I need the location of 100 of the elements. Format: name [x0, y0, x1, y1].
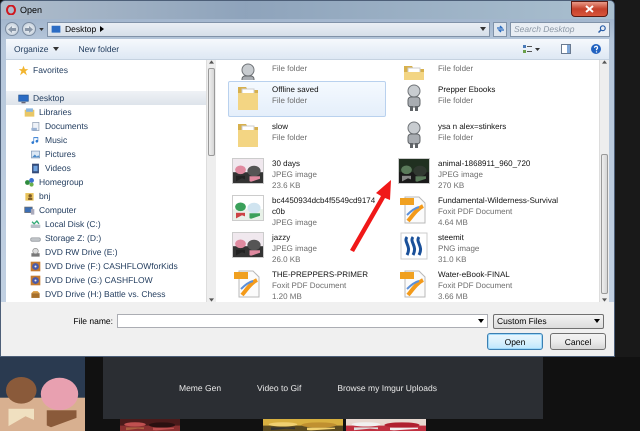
wave-logo-icon [400, 232, 428, 260]
file-name: ysa n alex=stinkers [438, 121, 506, 132]
caret-icon [39, 28, 44, 30]
file-name-label: File name: [72, 316, 113, 326]
file-type: File folder [272, 63, 308, 74]
close-icon [585, 5, 594, 13]
file-type: JPEG image [272, 169, 317, 180]
toolbar-button[interactable]: Organize [14, 44, 58, 54]
nav-item[interactable]: Favorites [6, 63, 206, 77]
address-path: Desktop [65, 24, 96, 34]
back-button[interactable] [5, 22, 19, 36]
refresh-button[interactable] [493, 22, 507, 36]
forward-arrow-icon [25, 26, 33, 32]
file-name: Offline saved [272, 84, 319, 95]
document-icon [30, 120, 41, 132]
network-icon [24, 176, 35, 188]
disc-icon [30, 260, 41, 272]
film-icon [30, 162, 41, 174]
file-name: animal-1868911_960_720 [438, 158, 530, 169]
file-type: JPEG image [272, 217, 318, 228]
nav-item[interactable]: DVD RW Drive (E:) [6, 245, 206, 259]
pictures-icon [30, 148, 41, 160]
file-item[interactable]: File folder [228, 60, 386, 80]
folder-icon [236, 84, 260, 112]
caret-icon [52, 47, 58, 51]
nav-item[interactable]: Computer [6, 203, 206, 217]
nav-item[interactable]: Storage Z: (D:) [6, 231, 206, 245]
file-name-field[interactable] [117, 314, 488, 328]
computer-icon [24, 204, 35, 216]
file-type: JPEG image [272, 243, 317, 254]
file-item[interactable]: ysa n alex=stinkers File folder [394, 118, 552, 154]
refresh-icon [496, 25, 504, 33]
file-name: slow [272, 121, 290, 132]
nav-item[interactable]: bnj [6, 189, 206, 203]
nav-item[interactable]: Homegroup [6, 175, 206, 189]
chest-icon [30, 288, 41, 300]
forward-button[interactable] [22, 22, 36, 36]
file-name: THE-PREPPERS-PRIMER [272, 269, 368, 280]
nav-item[interactable]: Libraries [6, 105, 206, 119]
toolbar-button[interactable]: New folder [78, 44, 120, 54]
nav-item[interactable]: DVD Drive (F:) CASHFLOWforKids [6, 259, 206, 273]
chevron-icon [100, 26, 104, 32]
dialog-button[interactable]: Cancel [550, 333, 606, 350]
drive-icon [30, 218, 41, 230]
nav-item[interactable]: Desktop [6, 91, 206, 105]
file-item[interactable]: Water-eBook-FINAL Foxit PDF Document 3.66 MB [394, 266, 552, 302]
search-field[interactable]: Search Desktop [510, 22, 610, 36]
file-name: bc4450934dcb4f5549cd9174 [272, 195, 376, 206]
user-folder-icon [24, 190, 35, 202]
address-bar[interactable]: Desktop [47, 22, 490, 36]
caret-icon [594, 319, 600, 323]
search-icon [598, 25, 606, 33]
file-type: File folder [272, 132, 308, 143]
file-size: 26.0 KB [272, 254, 302, 265]
file-item[interactable]: animal-1868911_960_720 JPEG image 270 KB [394, 155, 552, 191]
file-type: JPEG image [438, 169, 484, 180]
file-item[interactable]: 30 days JPEG image 23.6 KB [228, 155, 386, 191]
nav-item[interactable]: DVD Drive (H:) Battle vs. Chess [6, 287, 206, 301]
file-item[interactable]: Prepper Ebooks File folder [394, 81, 552, 117]
nav-item[interactable]: Documents [6, 119, 206, 133]
view-icon[interactable] [523, 44, 541, 54]
file-type: Foxit PDF Document [438, 280, 512, 291]
file-type-dropdown[interactable]: Custom Files [493, 314, 604, 328]
file-type: File folder [272, 95, 308, 106]
nav-item[interactable]: Videos [6, 161, 206, 175]
file-name: jazzy [272, 232, 292, 243]
file-type: Foxit PDF Document [438, 206, 514, 217]
file-size: 23.6 KB [272, 180, 302, 191]
file-item[interactable]: Offline saved File folder [228, 81, 386, 117]
file-name: 30 days [272, 158, 302, 169]
app-icon [6, 5, 16, 15]
nav-item[interactable]: Local Disk (C:) [6, 217, 206, 231]
scrollbar[interactable] [599, 60, 609, 302]
file-item[interactable]: jazzy JPEG image 26.0 KB [228, 229, 386, 265]
file-name: Fundamental-Wilderness-Survival [438, 195, 558, 206]
file-item[interactable]: steemit PNG image 31.0 KB [394, 229, 552, 265]
page-link[interactable]: Meme Gen [179, 383, 222, 393]
scrollbar[interactable] [206, 60, 216, 302]
back-arrow-icon [8, 26, 16, 32]
monitor-icon [18, 92, 29, 104]
preview-pane-icon[interactable] [561, 44, 571, 54]
nav-item[interactable]: DVD Drive (G:) CASHFLOW [6, 273, 206, 287]
file-item[interactable]: bc4450934dcb4f5549cd9174 c0b JPEG image [228, 192, 386, 228]
close-button[interactable] [571, 1, 608, 17]
nav-item[interactable]: Music [6, 133, 206, 147]
monitor-icon [51, 24, 61, 34]
file-type: File folder [438, 95, 474, 106]
file-type: PNG image [438, 243, 480, 254]
file-size: 4.64 MB [438, 217, 469, 228]
file-item[interactable]: THE-PREPPERS-PRIMER Foxit PDF Document 1.20 MB [228, 266, 386, 302]
file-name: Prepper Ebooks [438, 84, 496, 95]
help-icon[interactable] [591, 44, 601, 54]
page-link[interactable]: Video to Gif [257, 383, 302, 393]
dialog-button[interactable]: Open [487, 333, 543, 350]
file-name: Water-eBook-FINAL [438, 269, 511, 280]
page-link[interactable]: Browse my Imgur Uploads [337, 383, 437, 393]
file-item[interactable]: slow File folder [228, 118, 386, 154]
music-icon [30, 134, 41, 146]
nav-item[interactable]: Pictures [6, 147, 206, 161]
file-name: steemit [438, 232, 465, 243]
